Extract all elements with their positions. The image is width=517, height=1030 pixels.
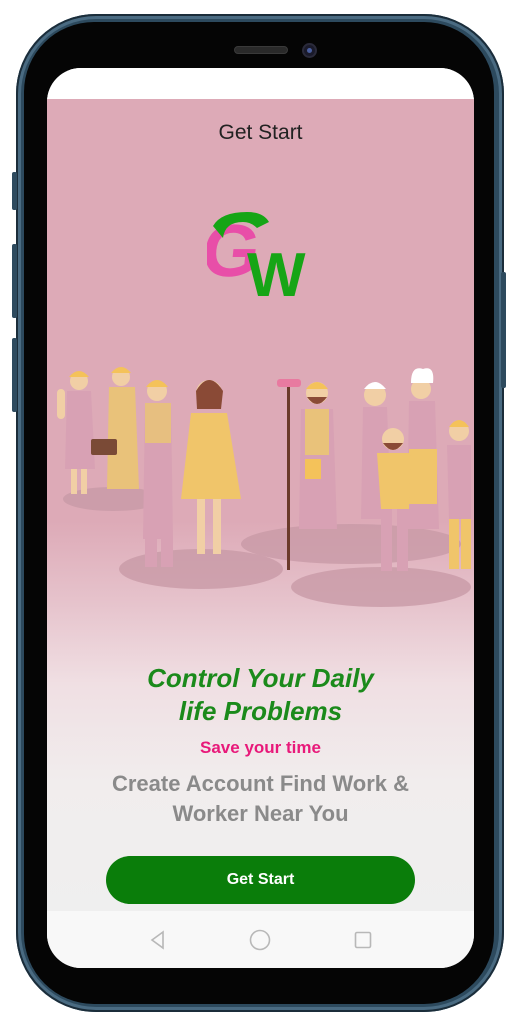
home-icon [250, 929, 271, 950]
headline-line-2: life Problems [178, 696, 343, 726]
headline-line-1: Control Your Daily [147, 663, 374, 693]
back-icon [150, 929, 164, 950]
nav-home-button[interactable] [245, 925, 275, 955]
recents-icon [354, 931, 372, 948]
get-start-screen: Get Start G W Control Your Daily life Pr… [47, 99, 474, 911]
page-title: Get Start [218, 121, 303, 144]
subtext-line-1: Create Account Find Work & [111, 771, 410, 796]
worker-figure [407, 368, 439, 529]
headline: Control Your Daily life Problems [47, 662, 474, 728]
worker-figure [57, 371, 95, 494]
phone-volume-down [12, 338, 17, 412]
phone-speaker [234, 46, 288, 54]
worker-figure [181, 380, 241, 554]
system-navigation-bar [47, 911, 474, 968]
subtext-line-2: Worker Near You [172, 801, 349, 826]
phone-silent-switch [12, 172, 17, 210]
worker-figure [447, 420, 471, 569]
workers-illustration [57, 367, 471, 607]
status-bar [47, 68, 474, 99]
gw-logo: G W [207, 209, 306, 298]
worker-figure [91, 367, 139, 489]
tagline: Save your time [200, 738, 321, 757]
phone-volume-up [12, 244, 17, 318]
worker-figure [299, 382, 337, 529]
subtext: Create Account Find Work & Worker Near Y… [77, 769, 444, 829]
phone-power-button [501, 272, 506, 388]
svg-text:W: W [247, 241, 306, 298]
phone-screen: Get Start G W Control Your Daily life Pr… [47, 68, 474, 968]
nav-recents-button[interactable] [348, 925, 378, 955]
nav-back-button[interactable] [143, 925, 173, 955]
front-camera [302, 43, 317, 58]
worker-figure [143, 380, 173, 567]
get-start-button[interactable]: Get Start [106, 856, 415, 904]
